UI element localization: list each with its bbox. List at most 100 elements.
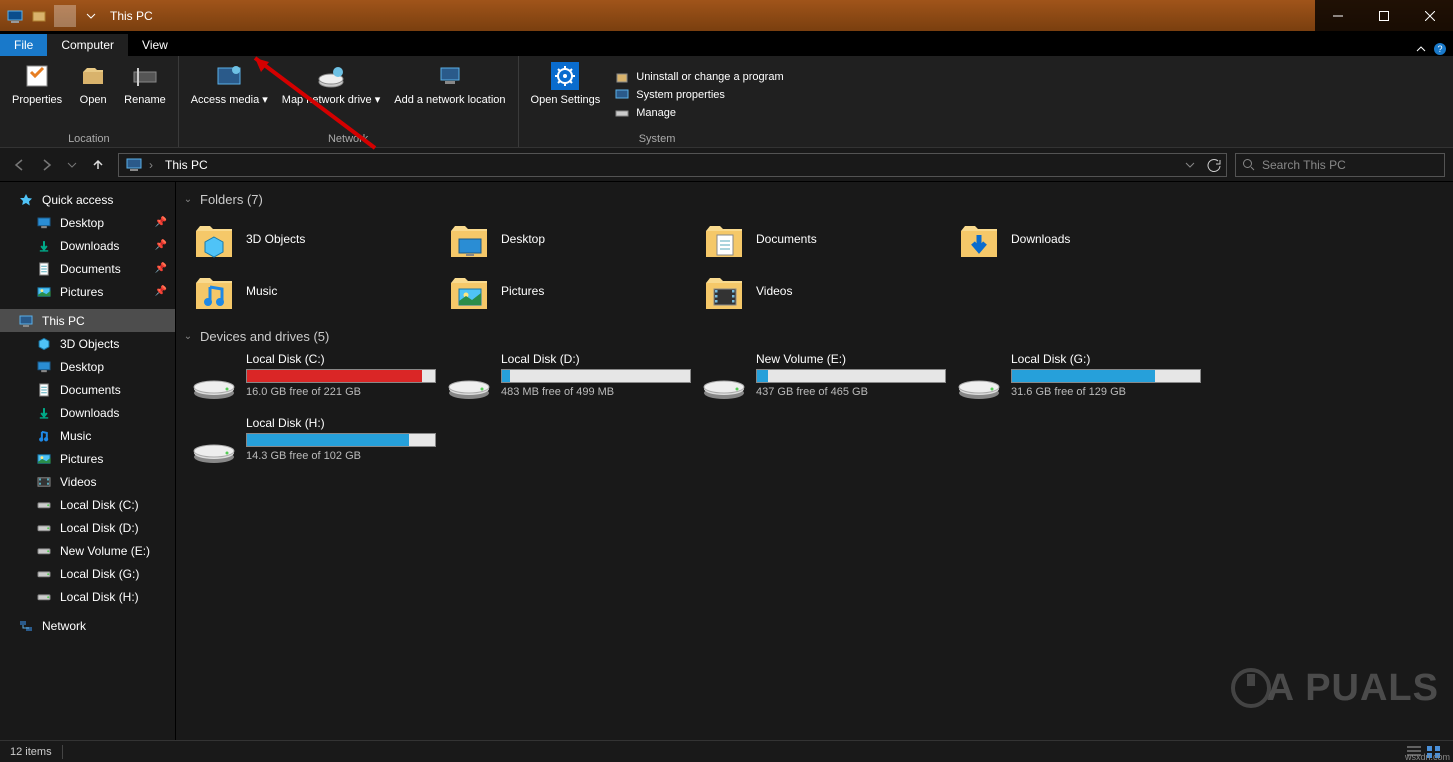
sidebar-item[interactable]: Music <box>0 424 175 447</box>
properties-button[interactable]: Properties <box>6 58 68 131</box>
tab-computer[interactable]: Computer <box>47 34 128 56</box>
folders-header[interactable]: ⌄Folders (7) <box>178 188 1453 213</box>
sidebar-item[interactable]: Pictures📌 <box>0 280 175 303</box>
sidebar-item[interactable]: Downloads📌 <box>0 234 175 257</box>
folder-item[interactable]: 3D Objects <box>192 213 447 265</box>
sidebar-item[interactable]: New Volume (E:) <box>0 539 175 562</box>
drive-icon <box>36 589 52 605</box>
label: Documents <box>756 232 817 246</box>
folder-item[interactable]: Music <box>192 265 447 317</box>
sidebar-item[interactable]: Documents <box>0 378 175 401</box>
maximize-button[interactable] <box>1361 0 1407 31</box>
watermark: A PUALS <box>1229 666 1439 710</box>
sidebar-item[interactable]: Local Disk (D:) <box>0 516 175 539</box>
sidebar-item[interactable]: Downloads <box>0 401 175 424</box>
pic-icon <box>36 284 52 300</box>
window-title: This PC <box>110 9 153 23</box>
manage-button[interactable]: Manage <box>614 105 783 121</box>
sidebar-network[interactable]: Network <box>0 614 175 637</box>
folder-item[interactable]: Desktop <box>447 213 702 265</box>
tab-view[interactable]: View <box>128 34 182 56</box>
label: Pictures <box>60 285 103 299</box>
drive-icon <box>614 105 630 121</box>
nav-bar: › This PC Search This PC <box>0 148 1453 182</box>
3d-icon <box>36 336 52 352</box>
open-settings-button[interactable]: Open Settings <box>525 58 607 131</box>
sidebar-item[interactable]: Local Disk (H:) <box>0 585 175 608</box>
qat-item[interactable] <box>28 5 50 27</box>
drive-item[interactable]: New Volume (E:) 437 GB free of 465 GB <box>702 350 957 414</box>
system-list: Uninstall or change a program System pro… <box>608 58 789 131</box>
sidebar-item[interactable]: Desktop <box>0 355 175 378</box>
label: Add a network location <box>394 94 505 106</box>
drive-item[interactable]: Local Disk (G:) 31.6 GB free of 129 GB <box>957 350 1212 414</box>
refresh-button[interactable] <box>1202 153 1226 177</box>
label: 3D Objects <box>246 232 305 246</box>
forward-button[interactable] <box>34 153 58 177</box>
window-controls <box>1315 0 1453 31</box>
sidebar-item[interactable]: Local Disk (G:) <box>0 562 175 585</box>
system-properties-button[interactable]: System properties <box>614 87 783 103</box>
music-icon <box>36 428 52 444</box>
sidebar-item[interactable]: Videos <box>0 470 175 493</box>
doc-icon <box>36 261 52 277</box>
rename-button[interactable]: Rename <box>118 58 172 131</box>
sidebar-this-pc[interactable]: This PC <box>0 309 175 332</box>
drives-header[interactable]: ⌄Devices and drives (5) <box>178 325 1453 350</box>
collapse-ribbon-icon[interactable] <box>1415 43 1427 55</box>
minimize-button[interactable] <box>1315 0 1361 31</box>
folder-item[interactable]: Videos <box>702 265 957 317</box>
drive-item[interactable]: Local Disk (D:) 483 MB free of 499 MB <box>447 350 702 414</box>
folder-item[interactable]: Pictures <box>447 265 702 317</box>
system-icon[interactable] <box>4 5 26 27</box>
desktop-icon <box>36 215 52 231</box>
drive-icon <box>702 366 746 404</box>
sidebar-item[interactable]: Local Disk (C:) <box>0 493 175 516</box>
qat-dropdown[interactable] <box>80 5 102 27</box>
breadcrumb[interactable]: This PC <box>157 158 216 172</box>
pin-icon: 📌 <box>155 240 167 251</box>
chevron-right-icon: › <box>145 158 157 172</box>
drive-icon <box>447 366 491 404</box>
ribbon-group-location: Properties Open Rename Location <box>0 56 179 147</box>
pic-icon <box>36 451 52 467</box>
dropdown-icon[interactable] <box>1178 153 1202 177</box>
sidebar-item[interactable]: Documents📌 <box>0 257 175 280</box>
back-button[interactable] <box>8 153 32 177</box>
label: Desktop <box>60 216 104 230</box>
drive-item[interactable]: Local Disk (H:) 14.3 GB free of 102 GB <box>192 414 447 478</box>
sidebar-item[interactable]: Pictures <box>0 447 175 470</box>
help-icon[interactable]: ? <box>1433 42 1447 56</box>
label: Local Disk (C:) <box>60 498 139 512</box>
folder-item[interactable]: Downloads <box>957 213 1212 265</box>
folder-item[interactable]: Documents <box>702 213 957 265</box>
sidebar-item[interactable]: 3D Objects <box>0 332 175 355</box>
uninstall-button[interactable]: Uninstall or change a program <box>614 69 783 85</box>
recent-button[interactable] <box>60 153 84 177</box>
address-bar[interactable]: › This PC <box>118 153 1227 177</box>
open-button[interactable]: Open <box>70 58 116 131</box>
chevron-down-icon: ⌄ <box>182 194 194 205</box>
tab-file[interactable]: File <box>0 34 47 56</box>
label: Map network drive ▾ <box>282 94 380 106</box>
drives-grid: Local Disk (C:) 16.0 GB free of 221 GB L… <box>178 350 1453 486</box>
search-box[interactable]: Search This PC <box>1235 153 1445 177</box>
access-media-button[interactable]: Access media ▾ <box>185 58 274 131</box>
drive-name: Local Disk (H:) <box>246 416 436 430</box>
map-drive-button[interactable]: Map network drive ▾ <box>276 58 386 131</box>
sidebar-quick-access[interactable]: Quick access <box>0 188 175 211</box>
up-button[interactable] <box>86 153 110 177</box>
sidebar-item[interactable]: Desktop📌 <box>0 211 175 234</box>
drive-info: Local Disk (H:) 14.3 GB free of 102 GB <box>246 416 456 462</box>
usage-bar <box>246 369 436 383</box>
drive-item[interactable]: Local Disk (C:) 16.0 GB free of 221 GB <box>192 350 447 414</box>
close-button[interactable] <box>1407 0 1453 31</box>
label: Documents <box>60 383 121 397</box>
folder-icon <box>702 269 746 313</box>
folder-icon <box>447 269 491 313</box>
svg-text:?: ? <box>1437 44 1442 54</box>
pc-icon <box>123 154 145 176</box>
drive-info: Local Disk (C:) 16.0 GB free of 221 GB <box>246 352 456 398</box>
add-location-button[interactable]: Add a network location <box>388 58 511 131</box>
label: Uninstall or change a program <box>636 71 783 83</box>
